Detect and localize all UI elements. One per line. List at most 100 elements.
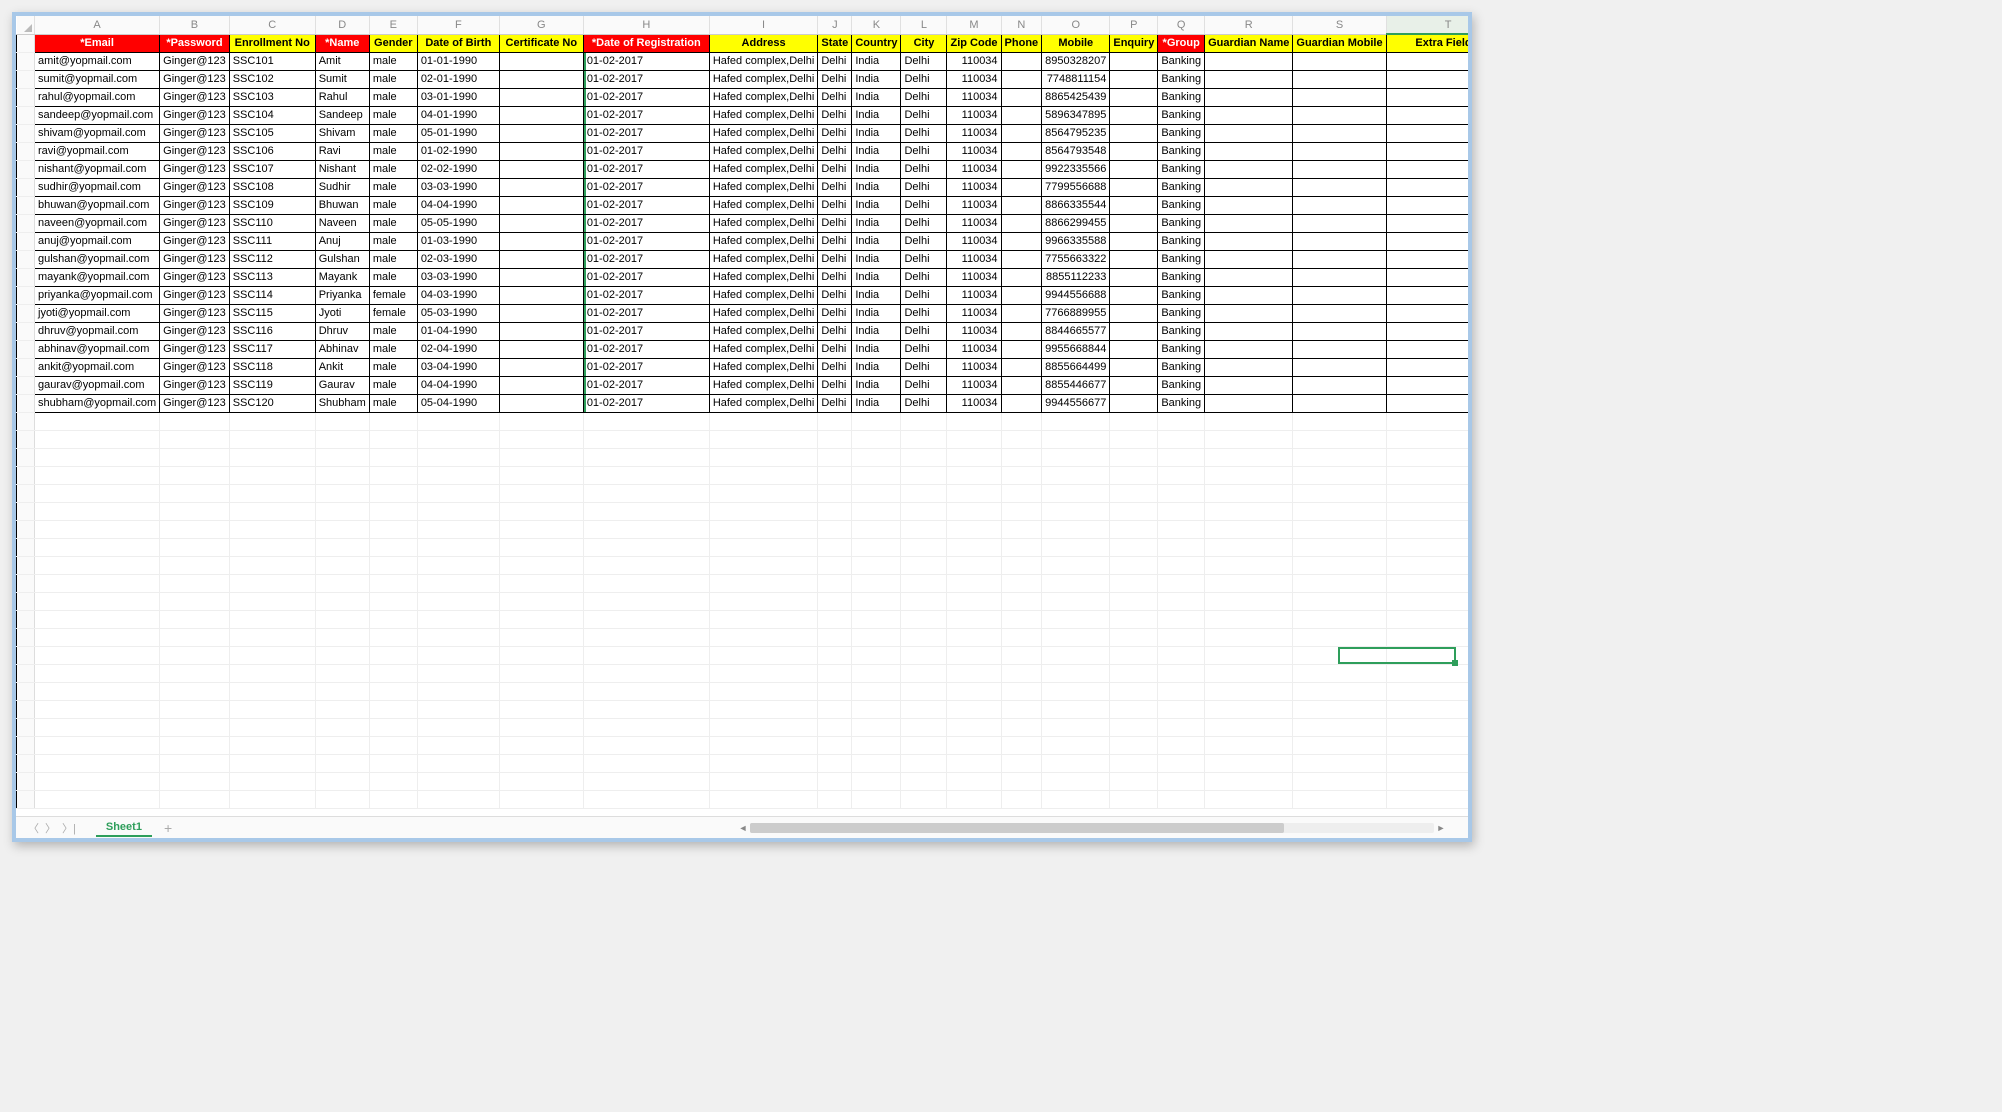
cell[interactable]: [499, 592, 583, 610]
cell[interactable]: Delhi: [901, 268, 947, 286]
cell[interactable]: [1158, 700, 1205, 718]
cell[interactable]: Delhi: [901, 376, 947, 394]
cell[interactable]: [1205, 142, 1293, 160]
cell[interactable]: male: [369, 376, 417, 394]
cell[interactable]: nishant@yopmail.com: [35, 160, 160, 178]
column-header-H[interactable]: H: [583, 16, 709, 34]
cell[interactable]: [1001, 268, 1042, 286]
cell[interactable]: [709, 502, 818, 520]
cell[interactable]: [499, 484, 583, 502]
cell[interactable]: Ginger@123: [160, 106, 230, 124]
cell[interactable]: [1110, 592, 1158, 610]
cell[interactable]: Delhi: [901, 232, 947, 250]
cell[interactable]: 7748811154: [1042, 70, 1110, 88]
cell[interactable]: [947, 520, 1001, 538]
row-number[interactable]: [17, 142, 35, 160]
cell[interactable]: 04-01-1990: [417, 106, 499, 124]
cell[interactable]: Hafed complex,Delhi: [709, 340, 818, 358]
cell[interactable]: [947, 790, 1001, 808]
cell[interactable]: 01-02-2017: [583, 124, 709, 142]
cell[interactable]: [583, 448, 709, 466]
cell[interactable]: [1110, 790, 1158, 808]
cell[interactable]: [818, 520, 852, 538]
cell[interactable]: [1293, 124, 1386, 142]
cell[interactable]: 01-03-1990: [417, 232, 499, 250]
cell[interactable]: [499, 250, 583, 268]
cell[interactable]: [417, 664, 499, 682]
cell[interactable]: [369, 628, 417, 646]
cell[interactable]: India: [852, 70, 901, 88]
row-number[interactable]: [17, 628, 35, 646]
cell[interactable]: [1386, 772, 1468, 790]
cell[interactable]: Banking: [1158, 214, 1205, 232]
cell[interactable]: [1293, 286, 1386, 304]
cell[interactable]: [852, 502, 901, 520]
cell[interactable]: Banking: [1158, 268, 1205, 286]
cell[interactable]: Ginger@123: [160, 232, 230, 250]
cell[interactable]: [35, 466, 160, 484]
cell[interactable]: [160, 592, 230, 610]
cell[interactable]: [852, 574, 901, 592]
cell[interactable]: Delhi: [818, 394, 852, 412]
cell[interactable]: male: [369, 322, 417, 340]
cell[interactable]: [1001, 502, 1042, 520]
cell[interactable]: [1001, 646, 1042, 664]
cell[interactable]: [1205, 790, 1293, 808]
cell[interactable]: Delhi: [901, 340, 947, 358]
cell[interactable]: [947, 682, 1001, 700]
cell[interactable]: male: [369, 178, 417, 196]
cell[interactable]: [852, 718, 901, 736]
cell[interactable]: [229, 502, 315, 520]
cell[interactable]: [709, 412, 818, 430]
cell[interactable]: [315, 592, 369, 610]
cell[interactable]: [499, 736, 583, 754]
table-row[interactable]: sandeep@yopmail.comGinger@123SSC104Sande…: [17, 106, 1469, 124]
cell[interactable]: gulshan@yopmail.com: [35, 250, 160, 268]
column-header-S[interactable]: S: [1293, 16, 1386, 34]
cell[interactable]: [583, 772, 709, 790]
cell[interactable]: [417, 484, 499, 502]
cell[interactable]: Gulshan: [315, 250, 369, 268]
cell[interactable]: [818, 628, 852, 646]
cell[interactable]: [499, 538, 583, 556]
cell[interactable]: [35, 754, 160, 772]
cell[interactable]: [1110, 196, 1158, 214]
cell[interactable]: [1110, 520, 1158, 538]
cell[interactable]: [1205, 106, 1293, 124]
cell[interactable]: [818, 448, 852, 466]
cell[interactable]: [1386, 502, 1468, 520]
cell[interactable]: 01-02-2017: [583, 106, 709, 124]
cell[interactable]: Delhi: [818, 160, 852, 178]
cell[interactable]: Hafed complex,Delhi: [709, 322, 818, 340]
cell[interactable]: [1110, 268, 1158, 286]
cell[interactable]: [1386, 358, 1468, 376]
column-header-D[interactable]: D: [315, 16, 369, 34]
cell[interactable]: Delhi: [901, 160, 947, 178]
cell[interactable]: Banking: [1158, 340, 1205, 358]
cell[interactable]: 8866335544: [1042, 196, 1110, 214]
cell[interactable]: [1293, 520, 1386, 538]
cell[interactable]: [1386, 520, 1468, 538]
cell[interactable]: [947, 448, 1001, 466]
cell[interactable]: 8564795235: [1042, 124, 1110, 142]
cell[interactable]: [947, 736, 1001, 754]
cell[interactable]: [1158, 718, 1205, 736]
cell[interactable]: [499, 466, 583, 484]
cell[interactable]: [499, 610, 583, 628]
cell[interactable]: [709, 466, 818, 484]
cell[interactable]: male: [369, 142, 417, 160]
cell[interactable]: [1293, 628, 1386, 646]
table-row[interactable]: shubham@yopmail.comGinger@123SSC120Shubh…: [17, 394, 1469, 412]
cell[interactable]: [1386, 430, 1468, 448]
cell[interactable]: Ginger@123: [160, 358, 230, 376]
cell[interactable]: Hafed complex,Delhi: [709, 250, 818, 268]
cell[interactable]: male: [369, 88, 417, 106]
field-header[interactable]: Guardian Name: [1205, 34, 1293, 52]
cell[interactable]: Delhi: [818, 232, 852, 250]
cell[interactable]: [1293, 412, 1386, 430]
cell[interactable]: [417, 610, 499, 628]
row-number[interactable]: [17, 412, 35, 430]
cell[interactable]: [1205, 160, 1293, 178]
cell[interactable]: naveen@yopmail.com: [35, 214, 160, 232]
cell[interactable]: 110034: [947, 268, 1001, 286]
